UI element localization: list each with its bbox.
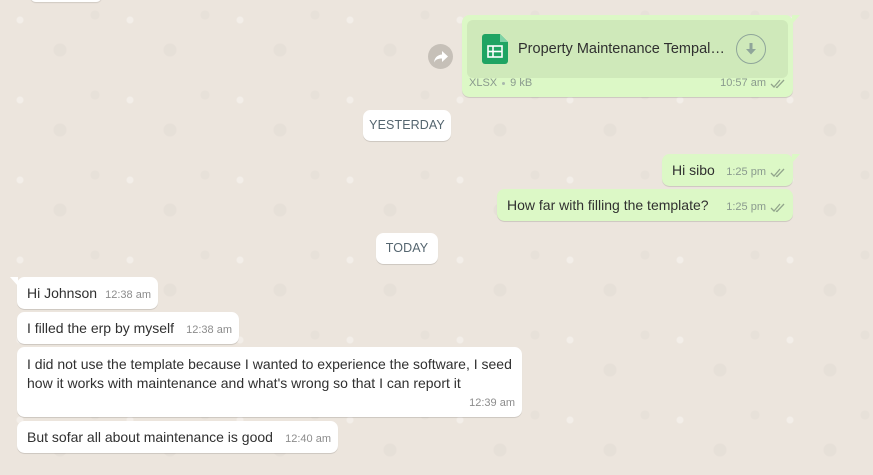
file-attachment-card[interactable]: Property Maintenance Tempalat... — [467, 20, 788, 78]
message-meta: 1:25 pm — [726, 198, 786, 217]
message-meta: 12:38 am — [186, 321, 232, 340]
message-meta: 12:40 am — [285, 430, 331, 449]
message-meta: 12:39 am — [469, 394, 515, 413]
message-bubble[interactable]: I did not use the template because I wan… — [17, 347, 522, 417]
message-time: 12:38 am — [186, 324, 232, 336]
double-check-icon — [770, 168, 785, 178]
file-size: 9 kB — [510, 77, 533, 89]
message-time: 12:39 am — [469, 397, 515, 409]
message-bubble[interactable]: I filled the erp by myself 12:38 am — [17, 312, 239, 344]
message-bubble[interactable]: But sofar all about maintenance is good … — [17, 421, 338, 453]
message-text: I did not use the template because I wan… — [27, 356, 512, 391]
date-divider-today: TODAY — [376, 233, 438, 264]
download-button[interactable] — [736, 34, 766, 64]
forward-icon — [433, 50, 448, 62]
message-time: 1:25 pm — [726, 166, 766, 178]
message-bubble[interactable]: Hi Johnson 12:38 am — [10, 277, 158, 309]
date-label: TODAY — [385, 241, 429, 255]
download-icon — [746, 42, 756, 54]
message-bubble[interactable]: Hi sibo 1:25 pm — [662, 154, 800, 186]
message-time: 10:57 am — [720, 77, 766, 89]
separator-dot — [502, 82, 506, 85]
file-name[interactable]: Property Maintenance Tempalat... — [518, 40, 730, 59]
message-meta: 1:25 pm — [726, 163, 786, 182]
message-time: 12:40 am — [285, 433, 331, 445]
previous-message-edge — [30, 0, 102, 2]
message-time: 1:25 pm — [726, 201, 766, 213]
message-text: Hi sibo — [672, 162, 715, 178]
forward-button[interactable] — [428, 44, 453, 69]
file-message-bubble[interactable]: Property Maintenance Tempalat... XLSX 9 … — [462, 15, 800, 97]
message-bubble[interactable]: How far with filling the template? 1:25 … — [497, 189, 793, 221]
message-text: How far with filling the template? — [507, 197, 709, 213]
date-divider-yesterday: YESTERDAY — [363, 110, 451, 141]
message-text: I filled the erp by myself — [27, 320, 175, 336]
date-label: YESTERDAY — [369, 118, 445, 132]
message-meta: 12:38 am — [105, 286, 151, 305]
double-check-icon — [770, 79, 785, 89]
file-info: XLSX 9 kB — [469, 74, 532, 93]
message-text: Hi Johnson — [27, 285, 98, 301]
double-check-icon — [770, 203, 785, 213]
message-time: 12:38 am — [105, 289, 151, 301]
message-text: But sofar all about maintenance is good — [27, 429, 273, 445]
message-meta: 10:57 am — [720, 74, 786, 93]
spreadsheet-icon — [482, 34, 508, 64]
file-type: XLSX — [469, 77, 498, 89]
